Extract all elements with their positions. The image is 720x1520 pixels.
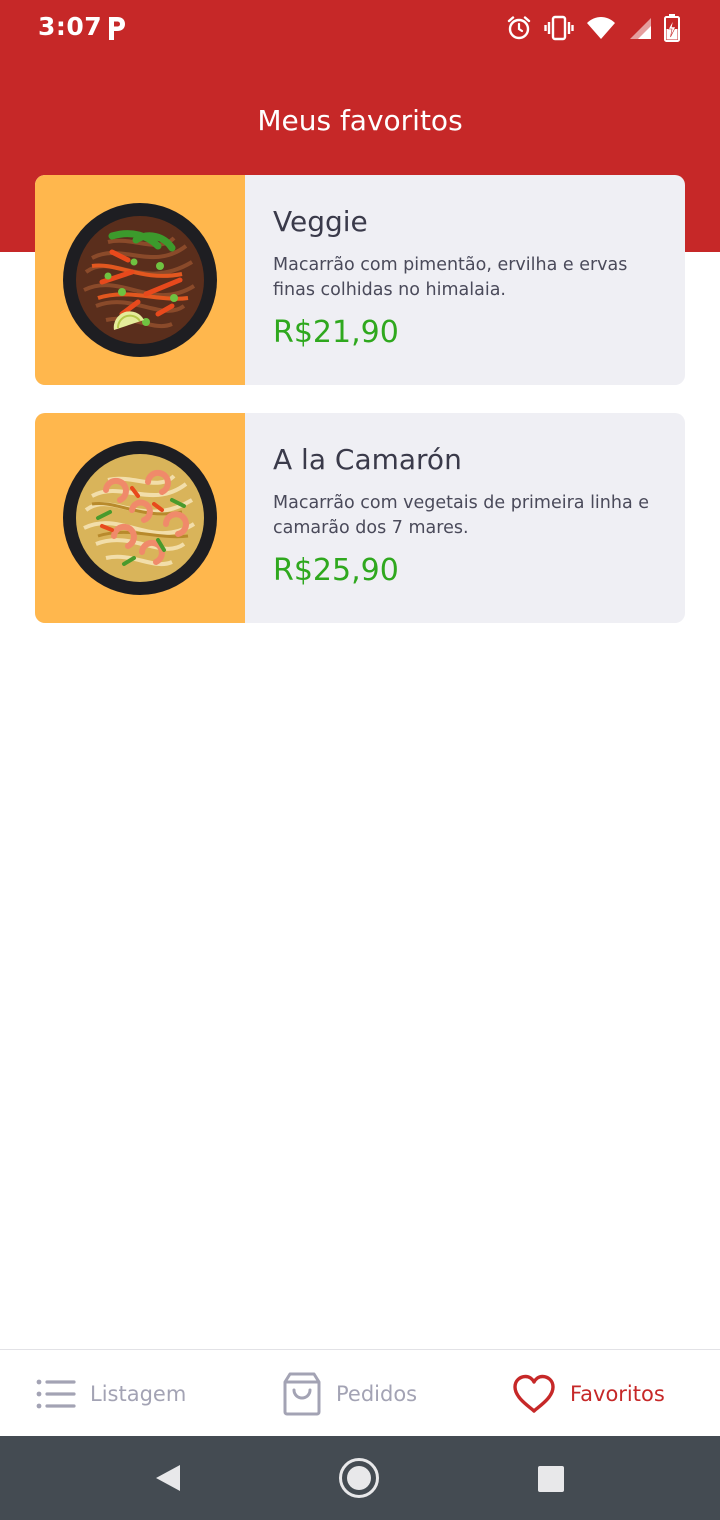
card-body: Veggie Macarrão com pimentão, ervilha e … [273,205,665,351]
dish-description: Macarrão com pimentão, ervilha e ervas f… [273,255,628,300]
dish-image-camaron [35,413,245,623]
wifi-icon [587,17,615,39]
dish-price: R$21,90 [273,315,399,350]
recents-icon[interactable] [537,1465,565,1493]
list-icon [36,1379,76,1408]
parking-icon [109,17,125,40]
status-icons [506,14,680,42]
favorites-list: Veggie Macarrão com pimentão, ervilha e … [35,175,685,651]
heart-icon [513,1374,555,1413]
home-icon[interactable] [338,1457,380,1499]
back-icon[interactable] [154,1463,182,1493]
alarm-icon [507,16,531,40]
dish-description: Macarrão com vegetais de primeira linha … [273,493,650,538]
dish-name: A la Camarón [273,443,462,476]
favorite-card[interactable]: A la Camarón Macarrão com vegetais de pr… [35,413,685,623]
nav-item-favoritos[interactable]: Favoritos [512,1350,665,1437]
dish-price: R$25,90 [273,553,399,588]
system-navigation-bar [0,1436,720,1520]
app-root: 3:07 Meus favoritos Veggie Macarrão com … [0,0,720,1520]
nav-label-favoritos: Favoritos [570,1381,665,1406]
nav-item-pedidos[interactable]: Pedidos [282,1350,417,1437]
shopping-bag-icon [283,1372,321,1415]
nav-label-pedidos: Pedidos [336,1381,418,1406]
dish-name: Veggie [273,205,368,238]
battery-charging-icon [664,14,680,42]
page-title: Meus favoritos [257,104,463,137]
signal-icon [630,18,651,39]
status-time: 3:07 [38,12,103,41]
bottom-navigation: Listagem Pedidos Favoritos [0,1349,720,1436]
nav-item-listagem[interactable]: Listagem [36,1350,186,1437]
status-bar: 3:07 [0,0,720,56]
vibrate-icon [544,15,574,41]
shrimp-noodle-bowl-image [63,441,217,595]
dish-image-veggie [35,175,245,385]
veggie-noodle-bowl-image [63,203,217,357]
favorite-card[interactable]: Veggie Macarrão com pimentão, ervilha e … [35,175,685,385]
card-body: A la Camarón Macarrão com vegetais de pr… [273,443,665,589]
nav-label-listagem: Listagem [90,1381,187,1406]
